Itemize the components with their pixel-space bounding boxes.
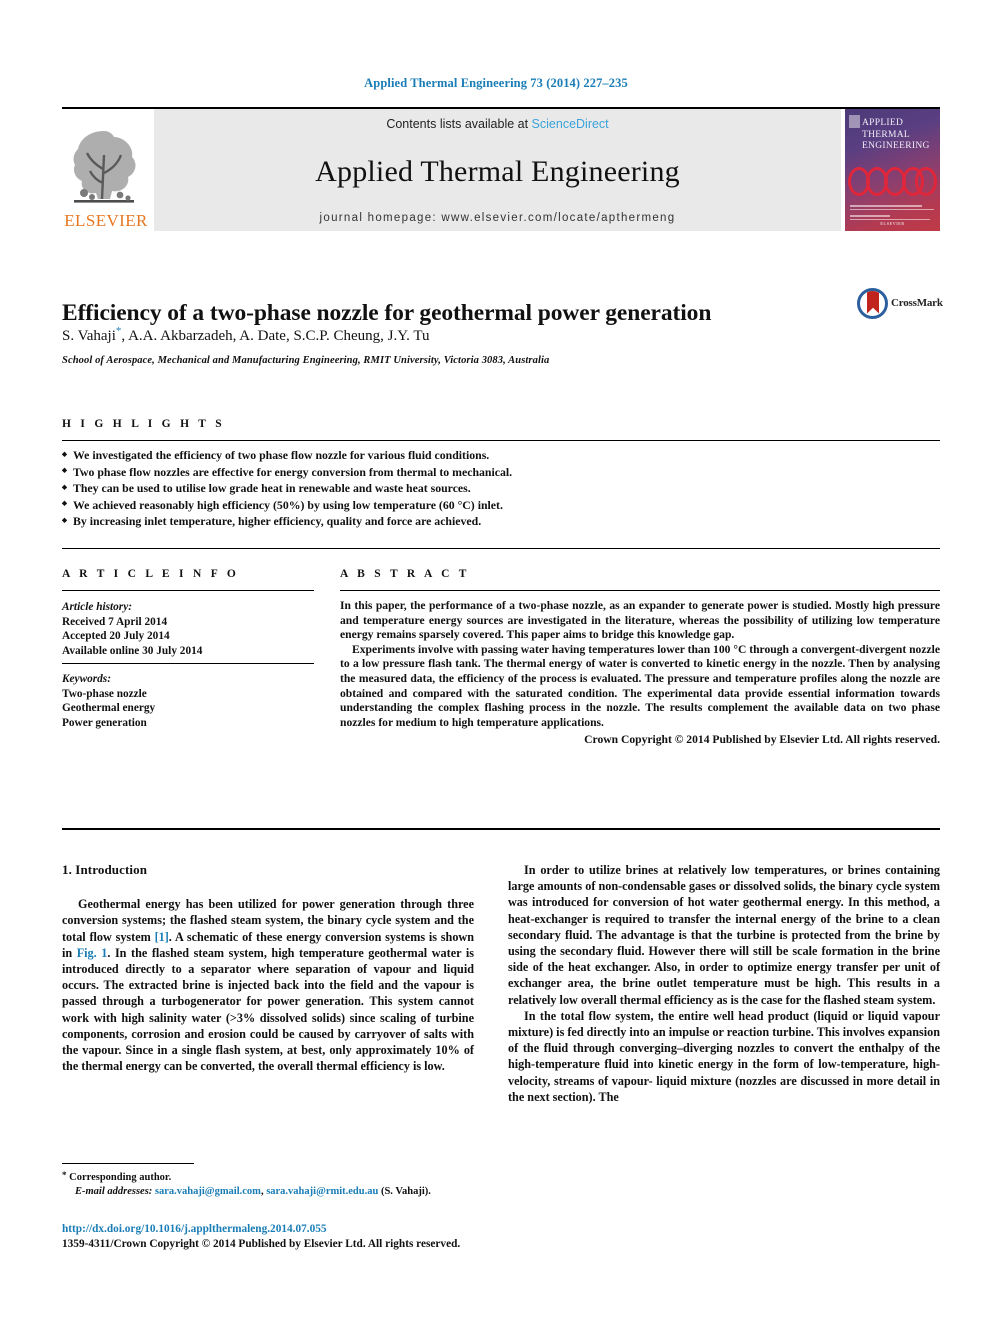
contents-lists-line: Contents lists available at ScienceDirec… bbox=[386, 117, 608, 131]
abstract-copyright: Crown Copyright © 2014 Published by Else… bbox=[584, 733, 940, 747]
cover-rings-graphic bbox=[847, 167, 938, 197]
article-info-label: A R T I C L E I N F O bbox=[62, 568, 240, 580]
journal-masthead: ELSEVIER Contents lists available at Sci… bbox=[62, 107, 940, 231]
list-item: They can be used to utilise low grade he… bbox=[62, 480, 940, 497]
email-link-2[interactable]: sara.vahaji@rmit.edu.au bbox=[266, 1186, 378, 1197]
corresponding-author-label: Corresponding author. bbox=[69, 1172, 172, 1183]
keyword: Geothermal energy bbox=[62, 702, 156, 714]
asterisk-icon: * bbox=[62, 1170, 67, 1180]
body-paragraph: Geothermal energy has been utilized for … bbox=[62, 896, 474, 1074]
journal-title: Applied Thermal Engineering bbox=[315, 154, 680, 188]
cover-footer-text: ELSEVIER bbox=[880, 221, 905, 226]
running-head: Applied Thermal Engineering 73 (2014) 22… bbox=[364, 76, 628, 90]
crossmark-label: CrossMark bbox=[891, 297, 943, 309]
email-suffix: (S. Vahaji). bbox=[378, 1186, 431, 1197]
elsevier-logo[interactable]: ELSEVIER bbox=[62, 109, 150, 231]
cover-elsevier-mark-icon bbox=[849, 115, 860, 128]
citation-ref-1[interactable]: [1] bbox=[155, 930, 169, 944]
paragraph-text-c: . In the flashed steam system, high temp… bbox=[62, 945, 474, 1074]
abstract-paragraph: In this paper, the performance of a two-… bbox=[340, 599, 940, 642]
cover-text-lines-graphic bbox=[850, 205, 934, 222]
body-paragraph: In the total flow system, the entire wel… bbox=[508, 1008, 940, 1104]
affiliation: School of Aerospace, Mechanical and Manu… bbox=[62, 355, 550, 366]
journal-cover-thumbnail[interactable]: APPLIED THERMAL ENGINEERING ELSEVIER bbox=[845, 109, 940, 231]
list-item: We achieved reasonably high efficiency (… bbox=[62, 496, 940, 514]
keyword: Power generation bbox=[62, 716, 147, 729]
figure-ref-1[interactable]: Fig. 1 bbox=[77, 946, 108, 960]
list-item: By increasing inlet temperature, higher … bbox=[62, 513, 940, 530]
body-column-left: 1. Introduction Geothermal energy has be… bbox=[62, 862, 474, 1074]
article-info-divider bbox=[62, 590, 314, 591]
body-column-right: In order to utilize brines at relatively… bbox=[508, 862, 940, 1105]
journal-homepage-link[interactable]: journal homepage: www.elsevier.com/locat… bbox=[320, 212, 676, 224]
abstract-body: In this paper, the performance of a two-… bbox=[340, 599, 940, 748]
highlights-bottom-divider bbox=[62, 548, 940, 549]
corresponding-author-note: * Corresponding author. bbox=[62, 1168, 482, 1185]
section-heading: 1. Introduction bbox=[62, 862, 148, 877]
history-online: Available online 30 July 2014 bbox=[62, 644, 203, 657]
sciencedirect-link[interactable]: ScienceDirect bbox=[532, 117, 609, 131]
email-addresses-note: E-mail addresses: sara.vahaji@gmail.com,… bbox=[62, 1185, 482, 1199]
masthead-center: Contents lists available at ScienceDirec… bbox=[154, 109, 841, 231]
page-title: Efficiency of a two-phase nozzle for geo… bbox=[62, 299, 712, 326]
keywords-block: Keywords: Two-phase nozzle Geothermal en… bbox=[62, 672, 314, 730]
crossmark-badge[interactable]: CrossMark bbox=[857, 281, 943, 325]
article-history: Article history: Received 7 April 2014 A… bbox=[62, 600, 314, 658]
author-list: S. Vahaji*, A.A. Akbarzadeh, A. Date, S.… bbox=[62, 325, 430, 344]
highlights-divider bbox=[62, 440, 940, 441]
highlights-list: We investigated the efficiency of two ph… bbox=[62, 447, 940, 530]
abstract-paragraph: Experiments involve with passing water h… bbox=[340, 642, 940, 729]
elsevier-tree-icon bbox=[73, 131, 136, 203]
issn-copyright-line: 1359-4311/Crown Copyright © 2014 Publish… bbox=[62, 1238, 461, 1250]
contents-prefix: Contents lists available at bbox=[386, 117, 532, 131]
list-item: We investigated the efficiency of two ph… bbox=[62, 447, 940, 464]
history-received: Received 7 April 2014 bbox=[62, 615, 168, 628]
list-item: Two phase flow nozzles are effective for… bbox=[62, 463, 940, 481]
elsevier-wordmark: ELSEVIER bbox=[64, 211, 148, 230]
article-history-label: Article history: bbox=[62, 601, 132, 613]
keyword: Two-phase nozzle bbox=[62, 687, 147, 700]
abstract-label: A B S T R A C T bbox=[340, 568, 470, 580]
corresponding-author-marker[interactable]: * bbox=[116, 325, 122, 337]
abstract-bottom-divider bbox=[62, 828, 940, 830]
footnote-divider bbox=[62, 1163, 194, 1164]
keywords-divider bbox=[62, 663, 314, 664]
email-link-1[interactable]: sara.vahaji@gmail.com bbox=[155, 1186, 261, 1197]
journal-article-page: Applied Thermal Engineering 73 (2014) 22… bbox=[0, 0, 992, 1323]
footnote-block: * Corresponding author. E-mail addresses… bbox=[62, 1168, 482, 1199]
crossmark-icon bbox=[857, 287, 888, 319]
history-accepted: Accepted 20 July 2014 bbox=[62, 630, 170, 642]
cover-title: APPLIED THERMAL ENGINEERING bbox=[862, 118, 930, 151]
doi-link[interactable]: http://dx.doi.org/10.1016/j.applthermale… bbox=[62, 1222, 532, 1237]
keywords-label: Keywords: bbox=[62, 673, 111, 685]
body-paragraph: In order to utilize brines at relatively… bbox=[508, 863, 940, 1007]
email-label: E-mail addresses: bbox=[75, 1186, 153, 1197]
highlights-label: H I G H L I G H T S bbox=[62, 418, 225, 430]
abstract-divider bbox=[340, 590, 940, 591]
